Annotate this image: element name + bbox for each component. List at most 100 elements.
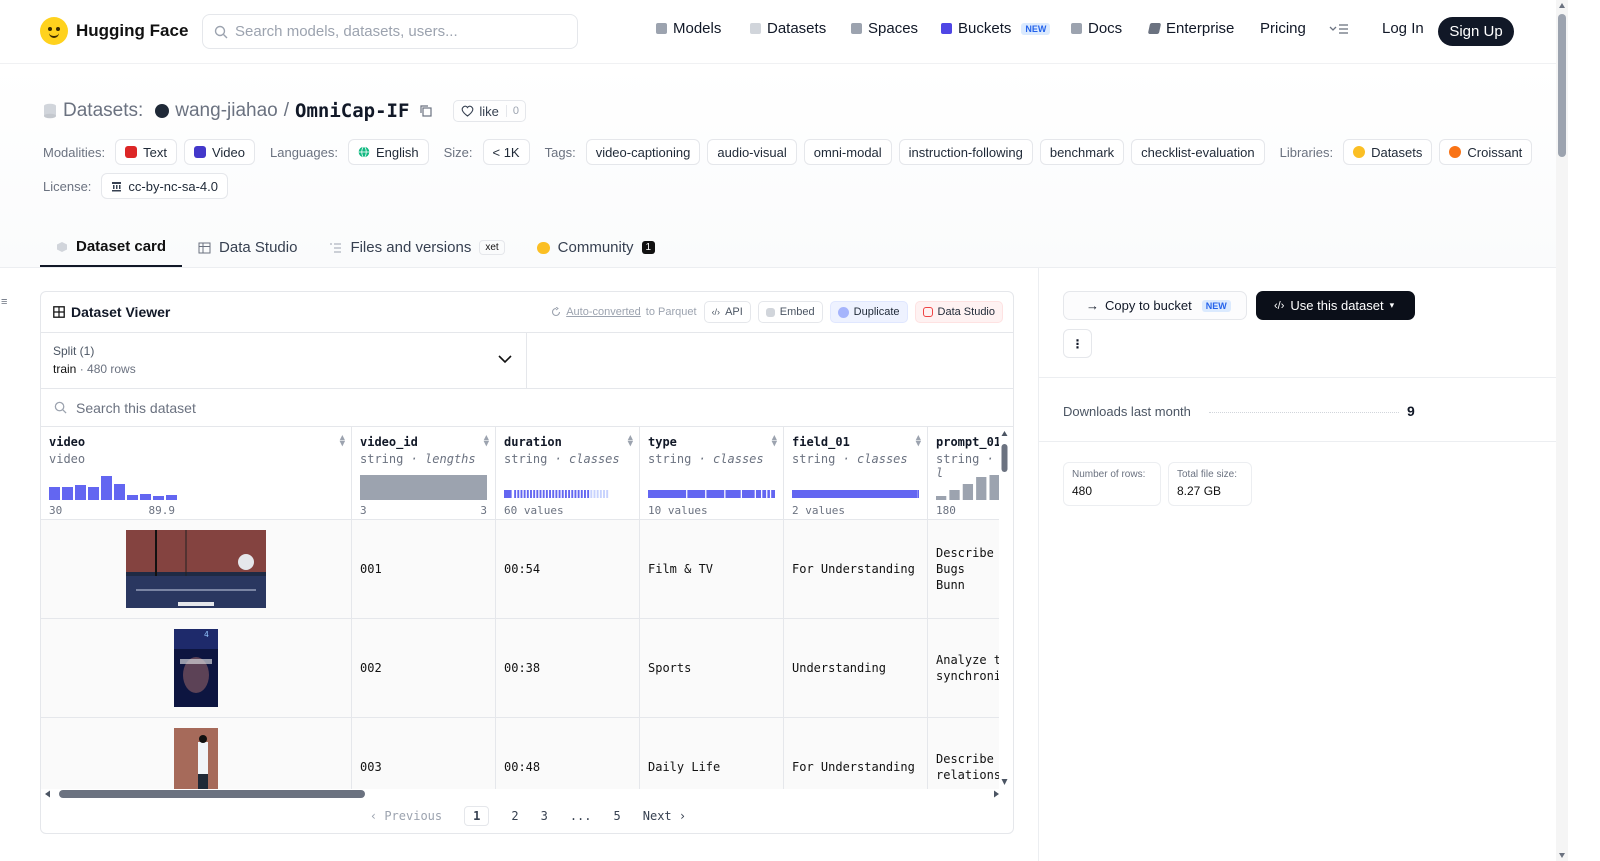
language-chip[interactable]: English (347, 139, 429, 165)
table-vertical-scrollbar[interactable] (1000, 430, 1009, 786)
table-cell[interactable]: Sports (640, 619, 783, 718)
sort-icon[interactable]: ▲ ▼ (484, 434, 489, 449)
copy-icon[interactable] (419, 104, 433, 118)
video-thumbnail[interactable] (174, 728, 218, 789)
page-button[interactable]: 5 (614, 809, 621, 823)
tab-dataset-card[interactable]: Dataset card (40, 228, 183, 267)
nav-docs[interactable]: Docs (1071, 20, 1122, 37)
page-button[interactable]: 2 (511, 809, 518, 823)
nav-pricing[interactable]: Pricing (1260, 20, 1306, 37)
table-cell[interactable]: Understanding (784, 619, 927, 718)
video-thumbnail[interactable]: 4 (174, 629, 218, 707)
column-header[interactable]: field_01 string · classes ▲ ▼ 2 values (784, 427, 927, 520)
table-cell[interactable]: Film & TV (640, 520, 783, 619)
use-dataset-button[interactable]: ‹/› Use this dataset ▾ (1256, 291, 1415, 320)
table-cell[interactable]: 00:38 (496, 619, 639, 718)
table-cell[interactable]: Describe relations (928, 718, 999, 789)
data-studio-button[interactable]: Data Studio (914, 301, 1003, 323)
signup-button[interactable]: Sign Up (1438, 17, 1514, 46)
repo-kind[interactable]: Datasets: (63, 100, 143, 122)
embed-button[interactable]: Embed (757, 301, 823, 323)
tab-files-versions[interactable]: Files and versions xet (313, 228, 520, 267)
api-label: API (725, 306, 743, 318)
tab-data-studio[interactable]: Data Studio (182, 228, 313, 267)
nav-enterprise[interactable]: Enterprise (1147, 20, 1235, 37)
tag-chip[interactable]: audio-visual (707, 139, 797, 165)
histogram-bar (571, 490, 574, 498)
copy-to-bucket-button[interactable]: → Copy to bucket NEW (1063, 291, 1247, 320)
histogram-bar (517, 490, 520, 498)
sort-icon[interactable]: ▲ ▼ (340, 434, 345, 449)
library-datasets-chip[interactable]: Datasets (1343, 139, 1433, 165)
sidebar-toggle-icon[interactable]: ≡ (1, 296, 7, 308)
tag-chip[interactable]: benchmark (1039, 139, 1125, 165)
page-button[interactable]: 3 (541, 809, 548, 823)
more-options-button[interactable]: ⋮ (1063, 329, 1092, 358)
video-thumbnail[interactable] (126, 530, 266, 608)
table-cell-video[interactable] (41, 520, 351, 619)
library-croissant-chip[interactable]: Croissant (1439, 139, 1533, 165)
column-histogram[interactable] (504, 470, 631, 500)
nav-models-label: Models (673, 20, 722, 37)
table-cell[interactable]: 003 (352, 718, 495, 789)
tag-chip[interactable]: instruction-following (898, 139, 1033, 165)
tag-chip[interactable]: checklist-evaluation (1131, 139, 1265, 165)
nav-datasets[interactable]: Datasets (750, 20, 826, 37)
table-cell-video[interactable]: 4 (41, 619, 351, 718)
table-cell[interactable]: For Understanding (784, 718, 927, 789)
table-cell[interactable]: Daily Life (640, 718, 783, 789)
sort-icon[interactable]: ▲ ▼ (772, 434, 777, 449)
duplicate-button[interactable]: Duplicate (829, 301, 908, 323)
tag-chip[interactable]: omni-modal (803, 139, 892, 165)
table-cell[interactable]: 00:54 (496, 520, 639, 619)
column-histogram[interactable] (792, 470, 919, 500)
nav-buckets[interactable]: Buckets NEW (941, 20, 1051, 37)
column-header[interactable]: video video ▲ ▼ 30 89.9 (41, 427, 351, 520)
nav-spaces[interactable]: Spaces (851, 20, 918, 37)
column-header[interactable]: prompt_01 string · l 180 (928, 427, 999, 520)
nav-more-menu[interactable] (1329, 23, 1349, 35)
repo-name[interactable]: OmniCap-IF (295, 100, 409, 122)
page-scrollbar[interactable] (1556, 0, 1568, 861)
size-chip[interactable]: < 1K (482, 139, 530, 165)
column-histogram[interactable] (936, 470, 999, 500)
table-cell-video[interactable] (41, 718, 351, 789)
page-button[interactable]: 1 (464, 806, 490, 826)
column-histogram[interactable] (49, 470, 189, 500)
histogram-bar (539, 490, 542, 498)
sort-icon[interactable]: ▲ ▼ (916, 434, 921, 449)
next-page-button[interactable]: Next › (643, 809, 686, 823)
table-cell[interactable]: Analyze t synchroni (928, 619, 999, 718)
sort-icon[interactable]: ▲ ▼ (628, 434, 633, 449)
table-cell[interactable]: 002 (352, 619, 495, 718)
previous-page-button[interactable]: ‹ Previous (370, 809, 442, 823)
license-chip[interactable]: cc-by-nc-sa-4.0 (101, 173, 228, 199)
tab-community[interactable]: Community 1 (521, 228, 671, 267)
column-histogram[interactable] (360, 470, 487, 500)
table-cell[interactable]: 00:48 (496, 718, 639, 789)
table-cell[interactable]: 001 (352, 520, 495, 619)
column-header[interactable]: video_id string · lengths ▲ ▼ 33 (352, 427, 495, 520)
nav-models[interactable]: Models (656, 20, 721, 37)
modality-text-chip[interactable]: Text (115, 139, 177, 165)
auto-converted-link[interactable]: Auto-converted (566, 306, 641, 318)
api-button[interactable]: ‹/› API (703, 301, 751, 323)
histogram-bar (523, 490, 526, 498)
like-button[interactable]: like 0 (453, 100, 527, 122)
column-histogram[interactable] (648, 470, 775, 500)
modality-video-chip[interactable]: Video (183, 139, 255, 165)
column-header[interactable]: duration string · classes ▲ ▼ 60 values (496, 427, 639, 520)
nav-enterprise-label: Enterprise (1166, 20, 1235, 37)
dataset-search-input[interactable]: Search this dataset (41, 389, 1013, 427)
library-croissant-label: Croissant (1467, 144, 1523, 160)
column-header[interactable]: type string · classes ▲ ▼ 10 values (640, 427, 783, 520)
tag-chip[interactable]: video-captioning (585, 139, 701, 165)
repo-owner[interactable]: wang-jiahao (175, 100, 277, 122)
table-cell[interactable]: For Understanding (784, 520, 927, 619)
split-selector[interactable]: Split (1) train · 480 rows (41, 333, 527, 388)
brand-logo[interactable]: Hugging Face (40, 17, 188, 45)
histogram-bar (574, 490, 577, 498)
global-search-input[interactable]: Search models, datasets, users... (202, 14, 578, 49)
login-link[interactable]: Log In (1382, 20, 1424, 37)
table-cell[interactable]: Describe Bugs Bunn (928, 520, 999, 619)
